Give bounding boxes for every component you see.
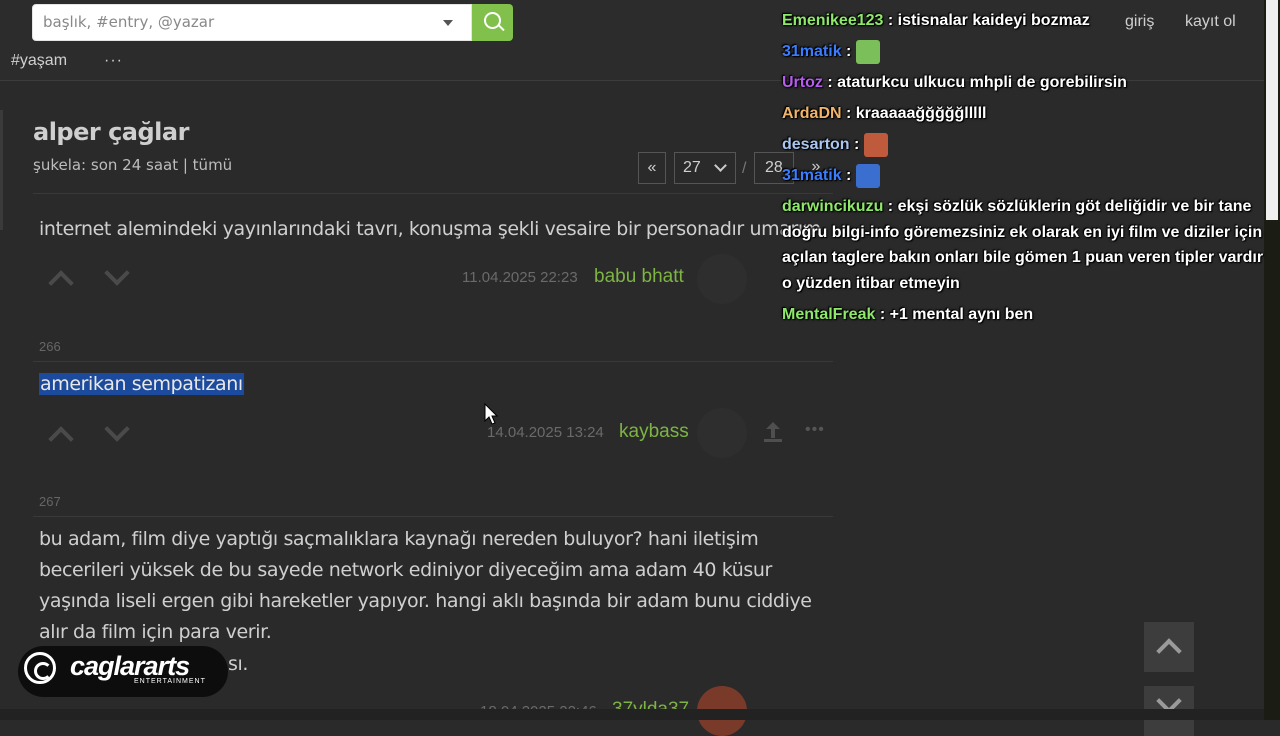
chat-username: Emenikee123 bbox=[782, 12, 884, 29]
search-icon-handle bbox=[498, 24, 505, 32]
pager-prev-button[interactable]: « bbox=[638, 152, 666, 184]
search-button[interactable] bbox=[472, 4, 513, 41]
entry-content-tail: sı. bbox=[228, 653, 249, 675]
upvote-icon[interactable] bbox=[48, 266, 72, 290]
chevron-up-icon bbox=[1156, 638, 1182, 664]
mouse-cursor-icon bbox=[484, 403, 499, 425]
bottom-edge bbox=[0, 709, 1264, 720]
tag-link-yasam[interactable]: #yaşam bbox=[11, 52, 67, 70]
chat-message: Emenikee123 : istisnalar kaideyi bozmaz bbox=[782, 12, 1090, 29]
scroll-to-top-button[interactable] bbox=[1144, 622, 1194, 672]
entry-content: internet alemindeki yayınlarındaki tavrı… bbox=[39, 218, 821, 240]
sukela-filter[interactable]: şukela: son 24 saat | tümü bbox=[33, 156, 232, 174]
chat-username: darwincikuzu bbox=[782, 198, 884, 215]
chevron-down-icon[interactable] bbox=[443, 20, 453, 26]
chat-text: +1 mental aynı ben bbox=[889, 305, 1034, 323]
chevron-down-icon bbox=[714, 159, 727, 172]
search-input[interactable]: başlık, #entry, @yazar bbox=[32, 4, 472, 41]
downvote-icon[interactable] bbox=[104, 422, 128, 446]
page-select-value: 27 bbox=[683, 159, 701, 176]
logo-subtitle: ENTERTAINMENT bbox=[134, 678, 206, 685]
more-menu-button[interactable]: ··· bbox=[104, 52, 123, 70]
green-face-emote bbox=[855, 39, 880, 64]
entry-content: amerikan sempatizanı bbox=[39, 369, 829, 400]
chat-text: ataturkcu ulkucu mhpli de gorebilirsin bbox=[837, 74, 1127, 91]
entry-date[interactable]: 11.04.2025 22:23 bbox=[462, 269, 578, 286]
entry-date[interactable]: 14.04.2025 13:24 bbox=[487, 424, 604, 441]
more-options-icon[interactable]: ••• bbox=[805, 421, 825, 439]
caglararts-logo: caglararts ENTERTAINMENT bbox=[18, 646, 228, 697]
upvote-icon[interactable] bbox=[48, 422, 72, 446]
topic-title[interactable]: alper çağlar bbox=[33, 118, 189, 146]
avatar[interactable] bbox=[697, 254, 747, 304]
angry-face-emote bbox=[863, 132, 888, 157]
chat-message: darwincikuzu : ekşi sözlük sözlüklerin g… bbox=[782, 198, 1264, 292]
entry-number: 266 bbox=[39, 339, 61, 354]
entry-author[interactable]: kaybass bbox=[619, 421, 689, 443]
blue-face-emote bbox=[855, 163, 880, 188]
entry-author[interactable]: babu bhatt bbox=[594, 266, 684, 288]
entry-number: 267 bbox=[39, 494, 61, 509]
divider bbox=[33, 361, 833, 362]
downvote-icon[interactable] bbox=[104, 266, 128, 290]
search-placeholder: başlık, #entry, @yazar bbox=[43, 13, 215, 31]
chat-message: 31matik : bbox=[778, 39, 1268, 65]
chat-message: MentalFreak : +1 mental aynı ben bbox=[782, 305, 1034, 323]
share-icon[interactable] bbox=[764, 422, 782, 442]
chat-message: 31matik : bbox=[778, 163, 1268, 189]
chat-text: kraaaaağğğğğlllll bbox=[855, 105, 987, 122]
divider bbox=[33, 516, 833, 517]
chat-username: 31matik bbox=[782, 167, 842, 184]
chat-username: ArdaDN bbox=[782, 105, 842, 122]
chat-message: Urtoz : ataturkcu ulkucu mhpli de gorebi… bbox=[782, 74, 1127, 91]
chat-username: 31matik bbox=[782, 43, 842, 60]
chat-username: desarton bbox=[782, 136, 850, 153]
chat-username: MentalFreak bbox=[782, 305, 876, 323]
chat-message: ArdaDN : kraaaaağğğğğlllll bbox=[782, 105, 987, 122]
left-accent-bar bbox=[0, 110, 3, 230]
logo-mark-icon bbox=[24, 652, 56, 684]
page-select[interactable]: 27 bbox=[674, 152, 736, 184]
chat-text: istisnalar kaideyi bozmaz bbox=[897, 12, 1090, 29]
avatar[interactable] bbox=[697, 408, 747, 458]
entry-content: bu adam, film diye yaptığı saçmalıklara … bbox=[39, 528, 812, 643]
divider bbox=[33, 193, 833, 194]
chat-username: Urtoz bbox=[782, 74, 823, 91]
pager-slash: / bbox=[742, 160, 747, 177]
chat-message: desarton : bbox=[778, 132, 1268, 158]
chat-overlay: Emenikee123 : istisnalar kaideyi bozmaz 3… bbox=[778, 8, 1268, 333]
selected-text: amerikan sempatizanı bbox=[39, 373, 244, 395]
